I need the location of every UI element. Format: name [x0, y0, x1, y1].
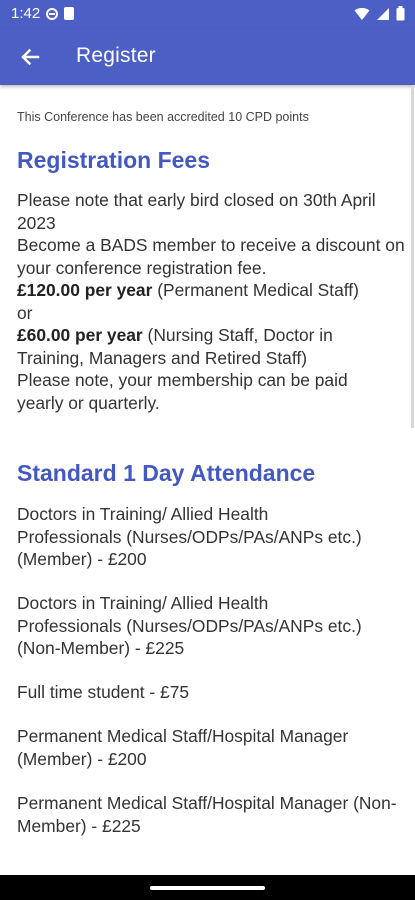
list-item: Permanent Medical Staff/Hospital Manager… — [17, 726, 349, 769]
registration-fees-heading: Registration Fees — [17, 147, 210, 173]
list-item: Doctors in Training/ Allied Health Profe… — [17, 593, 362, 658]
registration-fees-body: Please note that early bird closed on 30… — [17, 189, 412, 414]
battery-icon — [396, 6, 405, 21]
list-item: Doctors in Training/ Allied Health Profe… — [17, 504, 362, 569]
or-text: or — [17, 302, 33, 323]
price-permanent: £120.00 per year — [17, 280, 153, 300]
price-permanent-line: £120.00 per year (Permanent Medical Staf… — [17, 279, 412, 302]
arrow-left-icon — [21, 48, 40, 66]
status-bar: 1:42 — [0, 0, 415, 29]
status-left: 1:42 — [11, 5, 75, 22]
content-scroll[interactable]: This Conference has been accredited 10 C… — [0, 85, 415, 875]
home-handle[interactable] — [150, 886, 265, 890]
signal-icon — [377, 7, 389, 20]
page-title: Register — [76, 44, 156, 67]
back-button[interactable] — [8, 35, 52, 79]
price-other: £60.00 per year — [17, 325, 143, 345]
status-right — [354, 6, 405, 21]
list-item: Permanent Medical Staff/Hospital Manager… — [17, 793, 397, 836]
wifi-icon — [354, 7, 370, 20]
member-intro-text: Become a BADS member to receive a discou… — [17, 235, 405, 278]
screen: 1:42 Register This Conference has been a… — [0, 0, 415, 900]
price-other-line: £60.00 per year (Nursing Staff, Doctor i… — [17, 324, 377, 369]
standard-attendance-heading: Standard 1 Day Attendance — [17, 460, 316, 486]
status-time: 1:42 — [11, 5, 41, 22]
payment-note: Please note, your membership can be paid… — [17, 370, 348, 413]
sim-card-icon — [64, 7, 75, 20]
accreditation-note: This Conference has been accredited 10 C… — [17, 110, 309, 124]
vpn-icon — [46, 7, 59, 20]
price-permanent-desc: (Permanent Medical Staff) — [157, 280, 359, 300]
app-bar: Register — [0, 29, 415, 85]
navigation-bar — [0, 875, 415, 900]
list-item: Full time student - £75 — [17, 682, 190, 702]
early-bird-text: Please note that early bird closed on 30… — [17, 190, 376, 233]
